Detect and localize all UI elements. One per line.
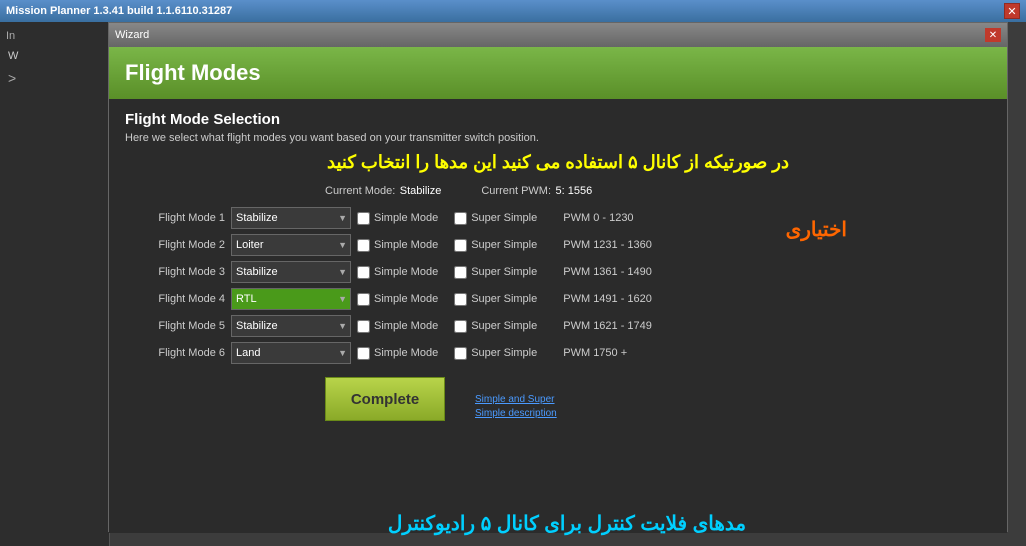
super-simple-label-6: Super Simple xyxy=(471,347,537,359)
flight-mode-row: Flight Mode 4 StabilizeLoiterRTLLandAutoA… xyxy=(125,288,991,310)
simple-mode-label-5: Simple Mode xyxy=(374,320,438,332)
flight-mode-select-3[interactable]: StabilizeLoiterRTLLandAutoAltHoldGuidedD… xyxy=(231,261,351,283)
super-simple-group-5: Super Simple xyxy=(454,320,537,333)
wizard-title: Wizard xyxy=(115,29,149,41)
left-sidebar: In W > xyxy=(0,22,110,546)
super-simple-checkbox-3[interactable] xyxy=(454,266,467,279)
flight-mode-select-5[interactable]: StabilizeLoiterRTLLandAutoAltHoldGuidedD… xyxy=(231,315,351,337)
pwm-range-5: PWM 1621 - 1749 xyxy=(563,320,652,332)
current-mode-label: Current Mode: xyxy=(325,185,395,197)
current-pwm-info: Current PWM: 5: 1556 xyxy=(481,181,592,199)
super-simple-checkbox-6[interactable] xyxy=(454,347,467,360)
simple-mode-checkbox-3[interactable] xyxy=(357,266,370,279)
simple-mode-label-4: Simple Mode xyxy=(374,293,438,305)
flight-mode-select-wrapper-4[interactable]: StabilizeLoiterRTLLandAutoAltHoldGuidedD… xyxy=(231,288,351,310)
super-simple-checkbox-5[interactable] xyxy=(454,320,467,333)
app-title: Mission Planner 1.3.41 build 1.1.6110.31… xyxy=(6,5,232,17)
flight-mode-row: Flight Mode 2 StabilizeLoiterRTLLandAutoA… xyxy=(125,234,991,256)
super-simple-group-2: Super Simple xyxy=(454,239,537,252)
flight-modes-title: Flight Modes xyxy=(125,60,261,86)
arabic-optional-text: اختیاری xyxy=(786,217,847,242)
super-simple-label-1: Super Simple xyxy=(471,212,537,224)
current-pwm-value: 5: 1556 xyxy=(555,185,592,197)
sidebar-in-label: In xyxy=(0,22,109,46)
flight-mode-label-2: Flight Mode 2 xyxy=(125,239,225,251)
complete-button[interactable]: Complete xyxy=(325,377,445,421)
current-info: Current Mode: Stabilize Current PWM: 5: … xyxy=(325,181,991,199)
simple-mode-checkbox-2[interactable] xyxy=(357,239,370,252)
pwm-range-6: PWM 1750 + xyxy=(563,347,627,359)
pwm-range-2: PWM 1231 - 1360 xyxy=(563,239,652,251)
selection-header: Flight Mode Selection xyxy=(125,111,991,128)
selection-desc: Here we select what flight modes you wan… xyxy=(125,132,991,144)
pwm-range-4: PWM 1491 - 1620 xyxy=(563,293,652,305)
simple-mode-checkbox-4[interactable] xyxy=(357,293,370,306)
flight-mode-select-2[interactable]: StabilizeLoiterRTLLandAutoAltHoldGuidedD… xyxy=(231,234,351,256)
flight-mode-select-4[interactable]: StabilizeLoiterRTLLandAutoAltHoldGuidedD… xyxy=(231,288,351,310)
simple-mode-checkbox-1[interactable] xyxy=(357,212,370,225)
simple-mode-checkbox-5[interactable] xyxy=(357,320,370,333)
super-simple-label-3: Super Simple xyxy=(471,266,537,278)
simple-mode-label-1: Simple Mode xyxy=(374,212,438,224)
wizard-title-bar: Wizard ✕ xyxy=(109,23,1007,47)
content-area: اختیاری Flight Mode Selection Here we se… xyxy=(109,99,1007,533)
super-simple-label-2: Super Simple xyxy=(471,239,537,251)
simple-description-link[interactable]: Simple and SuperSimple description xyxy=(475,393,557,421)
simple-mode-label-2: Simple Mode xyxy=(374,239,438,251)
super-simple-label-5: Super Simple xyxy=(471,320,537,332)
flight-mode-row: Flight Mode 6 StabilizeLoiterRTLLandAutoA… xyxy=(125,342,991,364)
sidebar-arrow[interactable]: > xyxy=(0,66,109,90)
flight-mode-select-wrapper-2[interactable]: StabilizeLoiterRTLLandAutoAltHoldGuidedD… xyxy=(231,234,351,256)
app-close-button[interactable]: ✕ xyxy=(1004,3,1020,19)
flight-mode-row: Flight Mode 5 StabilizeLoiterRTLLandAutoA… xyxy=(125,315,991,337)
simple-mode-label-6: Simple Mode xyxy=(374,347,438,359)
flight-modes-header: Flight Modes xyxy=(109,47,1007,99)
wizard-close-button[interactable]: ✕ xyxy=(985,28,1001,42)
flight-mode-label-5: Flight Mode 5 xyxy=(125,320,225,332)
wizard-window: Wizard ✕ Flight Modes اختیاری Flight Mod… xyxy=(108,22,1008,532)
super-simple-label-4: Super Simple xyxy=(471,293,537,305)
flight-mode-row: Flight Mode 3 StabilizeLoiterRTLLandAutoA… xyxy=(125,261,991,283)
current-mode-value: Stabilize xyxy=(400,185,442,197)
simple-mode-group-6: Simple Mode xyxy=(357,347,438,360)
simple-mode-group-2: Simple Mode xyxy=(357,239,438,252)
flight-mode-select-wrapper-3[interactable]: StabilizeLoiterRTLLandAutoAltHoldGuidedD… xyxy=(231,261,351,283)
flight-mode-label-1: Flight Mode 1 xyxy=(125,212,225,224)
super-simple-checkbox-1[interactable] xyxy=(454,212,467,225)
bottom-actions: Complete Simple and SuperSimple descript… xyxy=(125,369,991,421)
outer-window: Mission Planner 1.3.41 build 1.1.6110.31… xyxy=(0,0,1026,546)
flight-modes-table: Flight Mode 1 StabilizeLoiterRTLLandAutoA… xyxy=(125,207,991,364)
persian-text-top: در صورتیکه از کانال ۵ استفاده می کنید ای… xyxy=(125,152,991,173)
current-pwm-label: Current PWM: xyxy=(481,185,551,197)
simple-mode-group-1: Simple Mode xyxy=(357,212,438,225)
simple-mode-group-5: Simple Mode xyxy=(357,320,438,333)
super-simple-checkbox-4[interactable] xyxy=(454,293,467,306)
current-mode-info: Current Mode: Stabilize xyxy=(325,181,441,199)
super-simple-group-3: Super Simple xyxy=(454,266,537,279)
pwm-range-1: PWM 0 - 1230 xyxy=(563,212,633,224)
super-simple-checkbox-2[interactable] xyxy=(454,239,467,252)
title-bar: Mission Planner 1.3.41 build 1.1.6110.31… xyxy=(0,0,1026,22)
super-simple-group-6: Super Simple xyxy=(454,347,537,360)
flight-mode-label-4: Flight Mode 4 xyxy=(125,293,225,305)
flight-mode-label-6: Flight Mode 6 xyxy=(125,347,225,359)
super-simple-group-1: Super Simple xyxy=(454,212,537,225)
pwm-range-3: PWM 1361 - 1490 xyxy=(563,266,652,278)
flight-mode-label-3: Flight Mode 3 xyxy=(125,266,225,278)
sidebar-w-label: W xyxy=(0,46,109,66)
flight-mode-select-6[interactable]: StabilizeLoiterRTLLandAutoAltHoldGuidedD… xyxy=(231,342,351,364)
simple-mode-group-4: Simple Mode xyxy=(357,293,438,306)
flight-mode-select-wrapper-6[interactable]: StabilizeLoiterRTLLandAutoAltHoldGuidedD… xyxy=(231,342,351,364)
flight-mode-select-1[interactable]: StabilizeLoiterRTLLandAutoAltHoldGuidedD… xyxy=(231,207,351,229)
flight-mode-select-wrapper-1[interactable]: StabilizeLoiterRTLLandAutoAltHoldGuidedD… xyxy=(231,207,351,229)
simple-mode-group-3: Simple Mode xyxy=(357,266,438,279)
simple-mode-checkbox-6[interactable] xyxy=(357,347,370,360)
simple-mode-label-3: Simple Mode xyxy=(374,266,438,278)
super-simple-group-4: Super Simple xyxy=(454,293,537,306)
flight-mode-select-wrapper-5[interactable]: StabilizeLoiterRTLLandAutoAltHoldGuidedD… xyxy=(231,315,351,337)
persian-text-bottom: مدهای فلایت کنترل برای کانال ۵ رادیوکنتر… xyxy=(108,511,1026,536)
flight-mode-row: Flight Mode 1 StabilizeLoiterRTLLandAutoA… xyxy=(125,207,991,229)
